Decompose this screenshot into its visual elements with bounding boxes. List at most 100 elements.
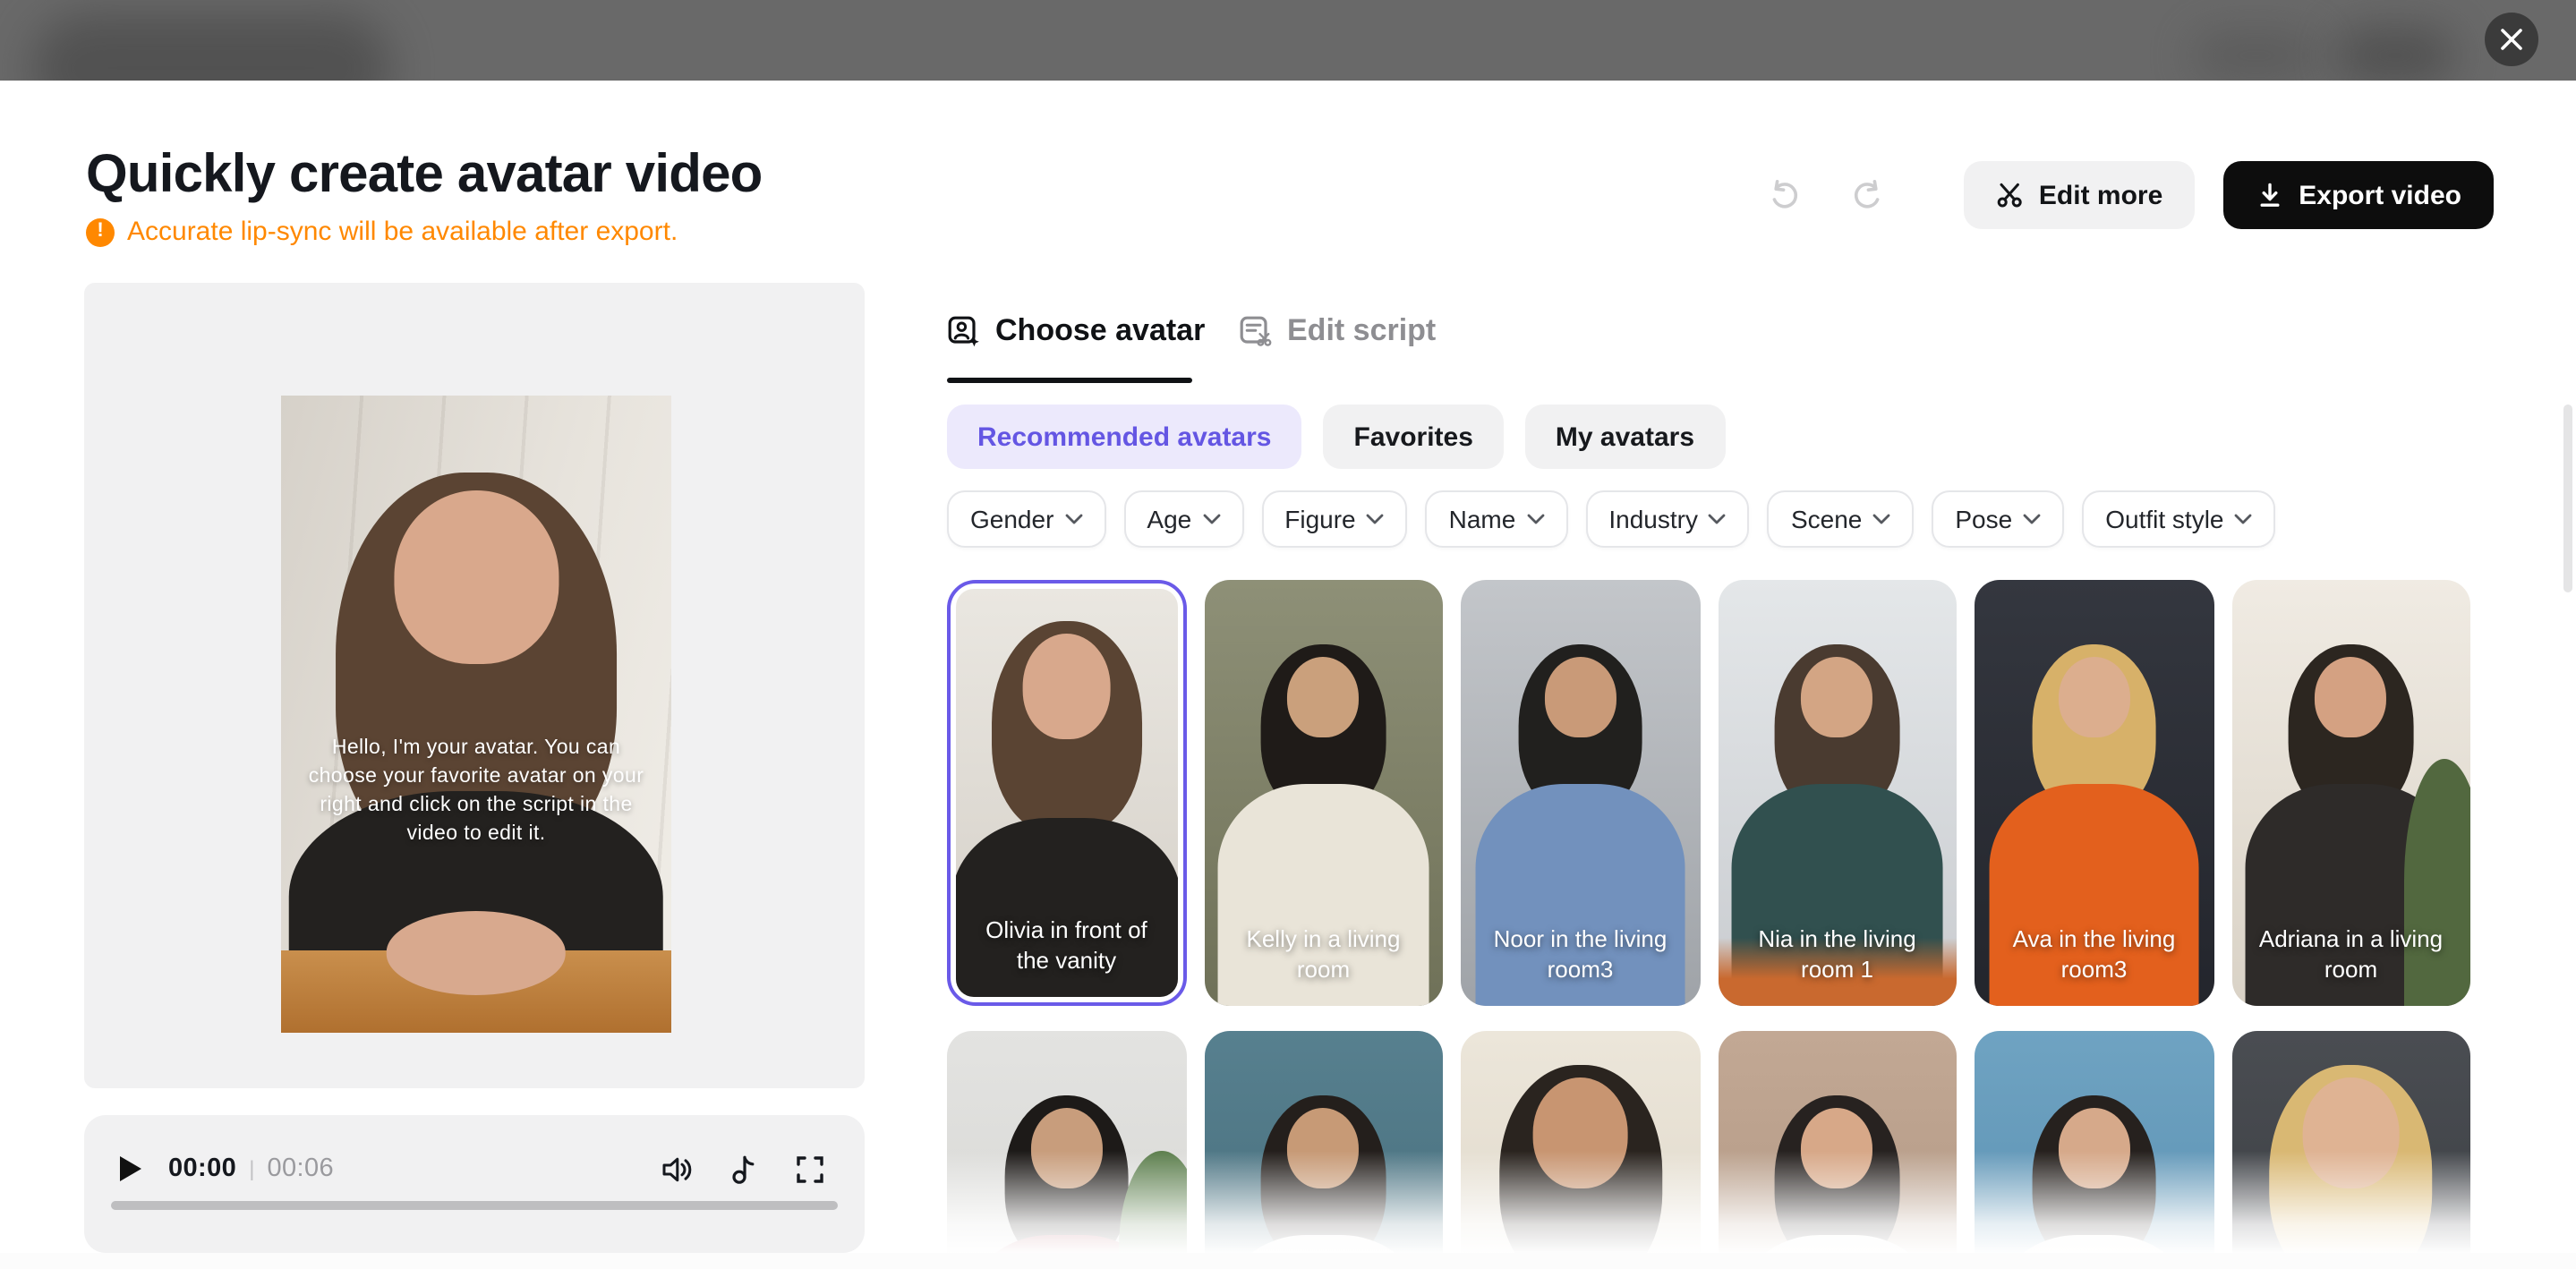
- tab-choose-avatar-label: Choose avatar: [995, 313, 1205, 349]
- avatar-face-decor: [394, 491, 558, 663]
- chevron-down-icon: [2235, 514, 2253, 524]
- avatar-card[interactable]: [1975, 1031, 2213, 1253]
- modal-title: Quickly create avatar video: [86, 145, 763, 206]
- avatar-card[interactable]: Kelly in a living room: [1204, 580, 1443, 1006]
- decor: [1801, 657, 1872, 737]
- decor: [2303, 1077, 2399, 1188]
- avatar-thumbnail: Noor in the living room3: [1461, 580, 1700, 1006]
- chevron-down-icon: [1872, 514, 1890, 524]
- tiktok-button[interactable]: [723, 1149, 763, 1188]
- chevron-down-icon: [2023, 514, 2041, 524]
- video-player-bar: 00:00 | 00:06: [84, 1115, 865, 1253]
- undo-button[interactable]: [1763, 174, 1806, 217]
- chevron-down-icon: [1064, 514, 1082, 524]
- filter-label: Scene: [1791, 505, 1862, 533]
- fullscreen-button[interactable]: [789, 1149, 829, 1188]
- avatar-card[interactable]: [2231, 1031, 2470, 1253]
- avatar-thumbnail: Olivia in front of the vanity: [956, 589, 1177, 997]
- filter-name[interactable]: Name: [1426, 490, 1568, 548]
- close-icon: [2499, 27, 2524, 52]
- decor: [2058, 657, 2129, 737]
- decor: [1287, 1108, 1359, 1188]
- redo-button[interactable]: [1846, 174, 1889, 217]
- video-script-overlay[interactable]: Hello, I'm your avatar. You can choose y…: [304, 733, 648, 848]
- avatar-category-pills: Recommended avatars Favorites My avatars: [947, 405, 1725, 469]
- avatar-grid-row-2: [947, 1031, 2470, 1253]
- filter-label: Industry: [1608, 505, 1698, 533]
- avatar-name: Noor in the living room3: [1475, 925, 1685, 986]
- bottom-strip: [0, 1253, 2576, 1269]
- blurred-header-item: [2193, 32, 2318, 79]
- tab-choose-avatar[interactable]: Choose avatar: [947, 313, 1205, 349]
- download-icon: [2256, 181, 2284, 209]
- decor: [1119, 1150, 1186, 1253]
- video-preview-panel: Hello, I'm your avatar. You can choose y…: [84, 283, 865, 1088]
- modal-toolbar: Edit more Export video: [1763, 161, 2494, 229]
- app-header: [0, 0, 2576, 81]
- close-button[interactable]: [2485, 13, 2538, 66]
- filter-label: Gender: [970, 505, 1053, 533]
- avatar-thumbnail: Adriana in a living room: [2231, 580, 2470, 1006]
- avatar-card[interactable]: [947, 1031, 1186, 1253]
- filter-age[interactable]: Age: [1123, 490, 1243, 548]
- avatar-name: Kelly in a living room: [1218, 925, 1429, 986]
- decor: [961, 1235, 1172, 1253]
- avatar-card[interactable]: Ava in the living room3: [1975, 580, 2213, 1006]
- fullscreen-icon: [794, 1154, 824, 1184]
- player-controls: 00:00 | 00:06: [120, 1147, 829, 1190]
- avatar-name: Nia in the living room 1: [1732, 925, 1942, 986]
- avatar-thumbnail: Kelly in a living room: [1204, 580, 1443, 1006]
- play-button[interactable]: [120, 1154, 149, 1183]
- avatar-thumbnail: [1461, 1031, 1700, 1253]
- filter-pose[interactable]: Pose: [1932, 490, 2064, 548]
- export-video-label: Export video: [2299, 180, 2461, 210]
- decor: [1732, 1235, 1942, 1253]
- export-video-button[interactable]: Export video: [2223, 161, 2494, 229]
- avatar-card[interactable]: [1718, 1031, 1957, 1253]
- total-duration: 00:06: [267, 1154, 334, 1183]
- edit-more-button[interactable]: Edit more: [1964, 161, 2195, 229]
- avatar-card[interactable]: Adriana in a living room: [2231, 580, 2470, 1006]
- decor: [2315, 657, 2386, 737]
- category-favorites[interactable]: Favorites: [1324, 405, 1504, 469]
- filter-outfit-style[interactable]: Outfit style: [2082, 490, 2275, 548]
- avatar-grid-row-1: Olivia in front of the vanity Kelly in a…: [947, 580, 2470, 1006]
- active-tab-underline: [947, 378, 1192, 383]
- filter-figure[interactable]: Figure: [1261, 490, 1407, 548]
- progress-bar[interactable]: [111, 1201, 838, 1210]
- category-recommended-avatars[interactable]: Recommended avatars: [947, 405, 1302, 469]
- decor: [1218, 1235, 1429, 1253]
- blurred-logo: [32, 14, 390, 81]
- tiktok-icon: [727, 1152, 759, 1186]
- filter-gender[interactable]: Gender: [947, 490, 1105, 548]
- avatar-card-selected[interactable]: Olivia in front of the vanity: [947, 580, 1186, 1006]
- edit-more-label: Edit more: [2039, 180, 2162, 210]
- warning-icon: !: [86, 217, 115, 246]
- create-avatar-video-modal: Quickly create avatar video ! Accurate l…: [0, 81, 2576, 1269]
- category-my-avatars[interactable]: My avatars: [1525, 405, 1725, 469]
- avatar-video-preview[interactable]: Hello, I'm your avatar. You can choose y…: [281, 396, 671, 1033]
- filter-scene[interactable]: Scene: [1768, 490, 1914, 548]
- volume-button[interactable]: [657, 1149, 696, 1188]
- avatar-card[interactable]: Noor in the living room3: [1461, 580, 1700, 1006]
- avatar-card[interactable]: [1461, 1031, 1700, 1253]
- avatar-name: Adriana in a living room: [2246, 925, 2456, 986]
- volume-icon: [660, 1154, 694, 1184]
- avatar-name: Olivia in front of the vanity: [970, 916, 1163, 977]
- decor: [1989, 1235, 2199, 1253]
- filter-label: Name: [1449, 505, 1516, 533]
- avatar-card[interactable]: [1204, 1031, 1443, 1253]
- avatar-name: Ava in the living room3: [1989, 925, 2199, 986]
- scissors-icon: [1996, 181, 2025, 209]
- lip-sync-notice: ! Accurate lip-sync will be available af…: [86, 217, 678, 247]
- chevron-down-icon: [1367, 514, 1385, 524]
- decor: [1287, 657, 1359, 737]
- avatar-card[interactable]: Nia in the living room 1: [1718, 580, 1957, 1006]
- blurred-header-item: [2336, 29, 2454, 81]
- chevron-down-icon: [1202, 514, 1220, 524]
- avatar-thumbnail: Nia in the living room 1: [1718, 580, 1957, 1006]
- scrollbar-thumb[interactable]: [2563, 405, 2572, 592]
- tab-edit-script[interactable]: Edit script: [1239, 313, 1436, 349]
- avatar-thumbnail: [1975, 1031, 2213, 1253]
- filter-industry[interactable]: Industry: [1585, 490, 1750, 548]
